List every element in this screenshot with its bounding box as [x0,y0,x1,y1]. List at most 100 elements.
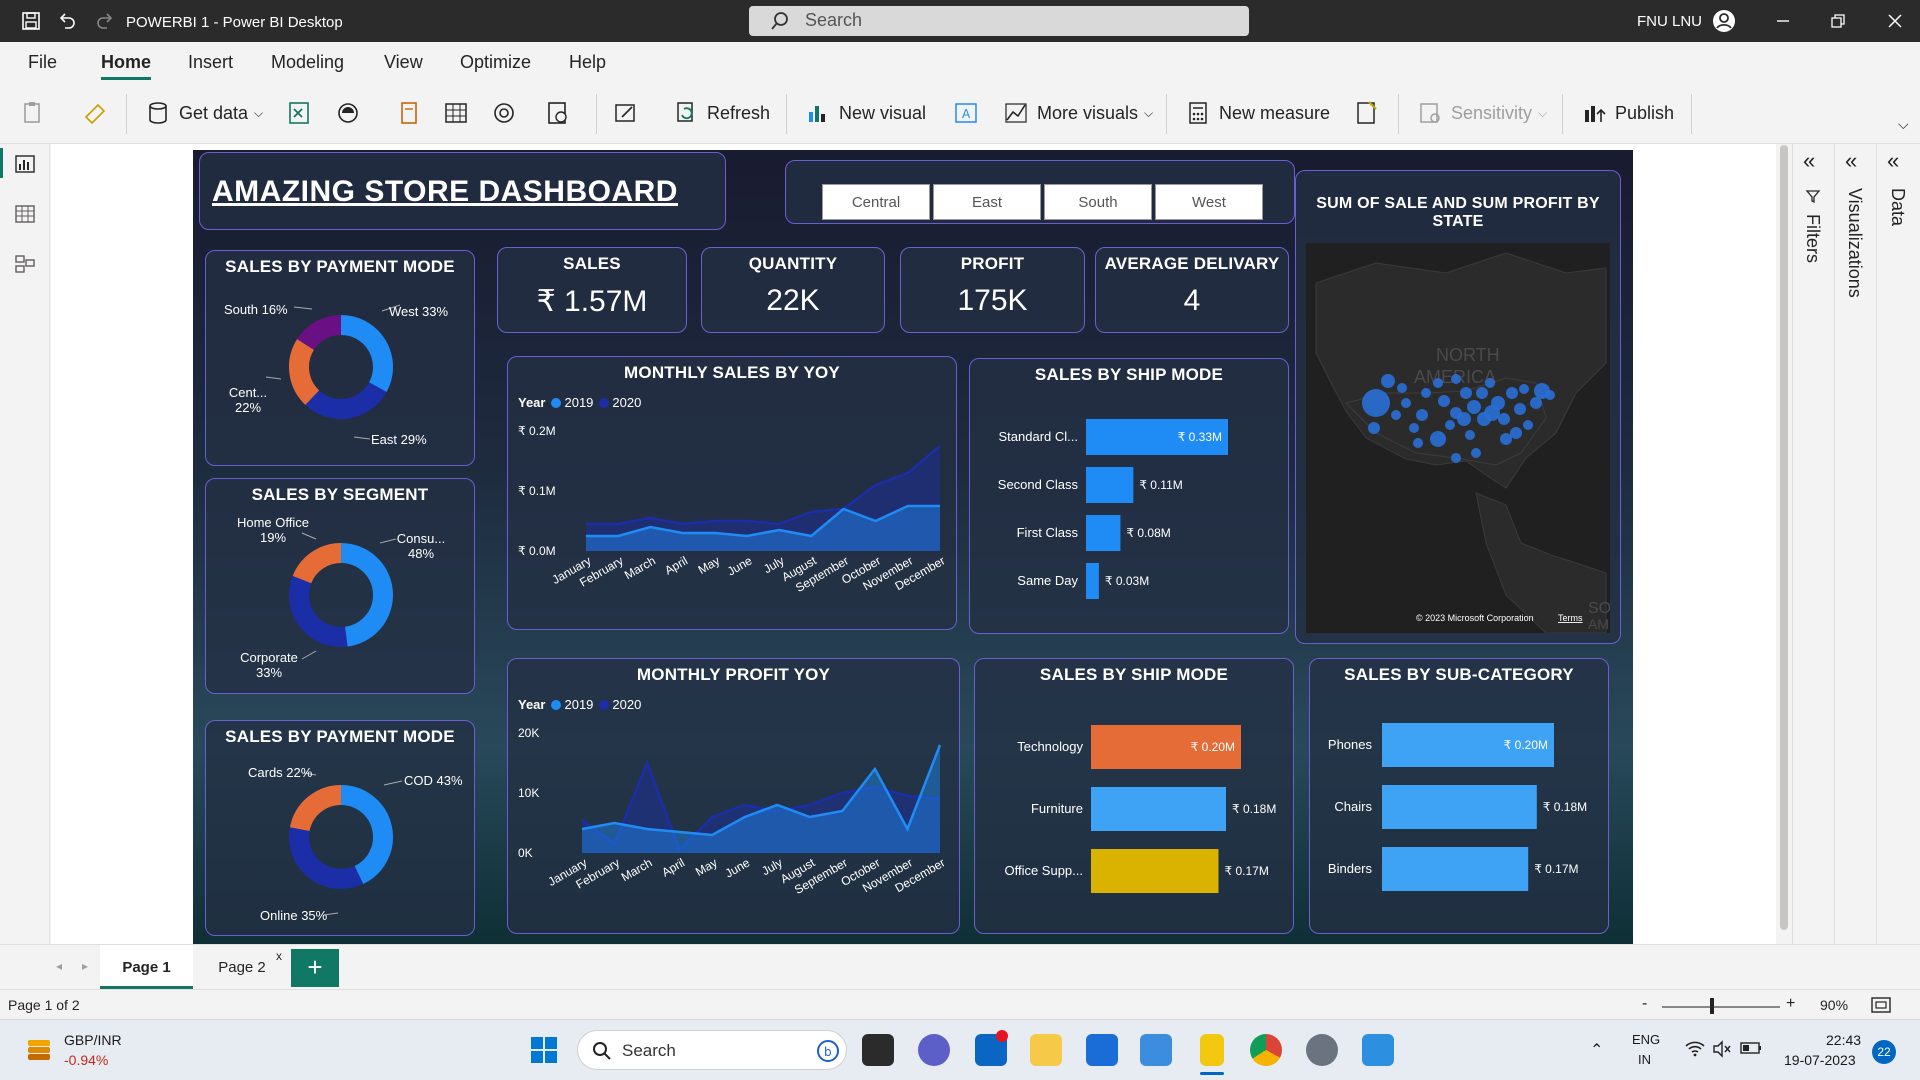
monthly-sales-chart[interactable]: ₹ 0.2M₹ 0.1M₹ 0.0MJanuaryFebruaryMarch Ap… [508,357,958,631]
language-line2[interactable]: IN [1638,1052,1651,1067]
next-page-icon[interactable]: ▸ [82,959,88,973]
save-icon[interactable] [20,10,42,32]
expand-data-icon[interactable]: « [1887,148,1899,174]
menu-insert[interactable]: Insert [188,52,233,73]
fit-to-page-icon[interactable] [1870,996,1892,1014]
sensitivity-button[interactable]: Sensitivity ⌵ [1417,98,1547,128]
volume-muted-icon[interactable] [1712,1040,1732,1058]
refresh-button[interactable]: Refresh [673,98,770,128]
undo-icon[interactable] [56,10,78,32]
monthly-profit-card[interactable]: MONTHLY PROFIT YOY Year 2019 2020 20K 10K 0K… [507,658,960,934]
transform-data-icon[interactable] [612,99,640,127]
menu-view[interactable]: View [384,52,423,73]
recent-sources-icon[interactable] [544,99,572,127]
donut-payment-chart[interactable] [206,721,476,937]
clock-date[interactable]: 19-07-2023 [1784,1052,1856,1068]
donut-card-region[interactable]: SALES BY PAYMENT MODE West 33% East 29% … [205,250,475,466]
paste-icon[interactable] [20,99,48,127]
publish-button[interactable]: Publish [1581,98,1674,128]
donut-region-chart[interactable] [206,251,476,467]
ribbon-collapse-icon[interactable]: ⌵ [1898,116,1909,133]
ship-mode-chart[interactable]: Standard Cl... ₹ 0.33M Second Class ₹ 0.11M… [970,359,1290,635]
close-page-icon[interactable]: x [276,949,282,963]
donut-card-segment[interactable]: SALES BY SEGMENT Consu... 48% Corporate 33… [205,478,475,694]
model-view-icon[interactable] [13,252,37,276]
monthly-profit-chart[interactable]: 20K10K0KJanuaryFebruaryMarch April May June… [508,659,961,935]
map-visual[interactable]: NORTH AMERICA SOUT AMER © 2023 Microsoft… [1306,243,1610,633]
onelake-icon[interactable] [334,99,362,127]
menu-home[interactable]: Home [101,52,151,73]
teams-chat-icon[interactable] [918,1034,950,1066]
filters-pane[interactable]: « Filters [1792,144,1832,944]
power-bi-icon[interactable] [1200,1034,1224,1066]
restore-icon[interactable] [1827,10,1849,32]
prev-page-icon[interactable]: ◂ [56,959,62,973]
close-icon[interactable] [1884,10,1906,32]
show-hidden-icons[interactable]: ⌃ [1590,1040,1603,1060]
windows-start-icon[interactable] [529,1035,559,1065]
bing-icon[interactable]: b [816,1039,840,1063]
new-measure-button[interactable]: New measure [1185,98,1330,128]
store-icon[interactable] [1086,1034,1118,1066]
scrollbar-thumb[interactable] [1780,145,1788,930]
menu-file[interactable]: File [28,52,57,73]
zoom-slider[interactable] [1662,1006,1780,1008]
zoom-level[interactable]: 90% [1820,997,1848,1013]
map-card[interactable]: SUM OF SALE AND SUM PROFIT BY STATE NORT… [1295,170,1621,644]
zoom-in-button[interactable]: + [1786,995,1795,1013]
page-tab-2[interactable]: Page 2 [197,945,287,989]
data-pane[interactable]: « Data [1876,144,1920,944]
clock-time[interactable]: 22:43 [1826,1032,1861,1048]
format-painter-icon[interactable] [82,99,110,127]
new-visual-button[interactable]: New visual [805,98,926,128]
search-box[interactable]: Search [749,6,1249,36]
slicer-east[interactable]: East [933,184,1041,220]
settings-icon[interactable] [1306,1034,1338,1066]
battery-icon[interactable] [1740,1041,1762,1055]
monthly-sales-card[interactable]: MONTHLY SALES BY YOY Year 2019 2020 ₹ 0.2M… [507,356,957,630]
category-chart[interactable]: Technology ₹ 0.20M Furniture ₹ 0.18M Office … [975,659,1295,935]
redo-icon[interactable] [94,10,116,32]
ship-mode-card[interactable]: SALES BY SHIP MODE Standard Cl... ₹ 0.33M… [969,358,1289,634]
menu-modeling[interactable]: Modeling [271,52,344,73]
user-name[interactable]: FNU LNU [1637,13,1702,30]
zoom-slider-thumb[interactable] [1710,998,1714,1014]
chrome-icon[interactable] [1250,1034,1282,1066]
add-page-button[interactable]: + [291,949,339,987]
donut-card-payment[interactable]: SALES BY PAYMENT MODE COD 43% Online 35%… [205,720,475,936]
visualizations-pane[interactable]: « Visualizations [1834,144,1874,944]
zoom-out-button[interactable]: - [1642,995,1647,1013]
table-icon[interactable] [442,99,470,127]
report-view-icon[interactable] [13,152,37,176]
slicer-south[interactable]: South [1044,184,1152,220]
category-card[interactable]: SALES BY SHIP MODE Technology ₹ 0.20M Furn… [974,658,1294,934]
snipping-tool-icon[interactable] [1362,1034,1394,1066]
expand-filters-icon[interactable]: « [1803,148,1815,174]
get-data-button[interactable]: Get data ⌵ [145,98,263,128]
file-explorer-icon[interactable] [1030,1034,1062,1066]
expand-visualizations-icon[interactable]: « [1845,148,1857,174]
table-view-icon[interactable] [13,202,37,226]
menu-help[interactable]: Help [569,52,606,73]
notification-badge[interactable]: 22 [1872,1040,1896,1064]
sql-icon[interactable] [490,99,518,127]
more-visuals-button[interactable]: More visuals ⌵ [1003,98,1153,128]
photos-icon[interactable] [1140,1034,1172,1066]
text-box-icon[interactable]: A [952,99,980,127]
dataverse-icon[interactable] [396,99,424,127]
currency-icon[interactable] [24,1034,54,1064]
slicer-west[interactable]: West [1155,184,1263,220]
subcategory-card[interactable]: SALES BY SUB-CATEGORY Phones ₹ 0.20M Chair… [1309,658,1609,934]
avatar-icon[interactable] [1712,9,1736,33]
menu-optimize[interactable]: Optimize [460,52,531,73]
language-line1[interactable]: ENG [1632,1032,1660,1047]
minimize-icon[interactable] [1772,10,1794,32]
slicer-central[interactable]: Central [822,184,930,220]
quick-measure-icon[interactable] [1353,99,1381,127]
wifi-icon[interactable] [1684,1040,1706,1058]
subcategory-chart[interactable]: Phones ₹ 0.20M Chairs ₹ 0.18M Binders ₹ 0.17M [1310,659,1610,935]
map-terms-link[interactable]: Terms [1558,613,1583,623]
excel-icon[interactable] [285,99,313,127]
task-view-icon[interactable] [862,1034,894,1066]
taskbar-search[interactable]: Search b [577,1030,847,1070]
